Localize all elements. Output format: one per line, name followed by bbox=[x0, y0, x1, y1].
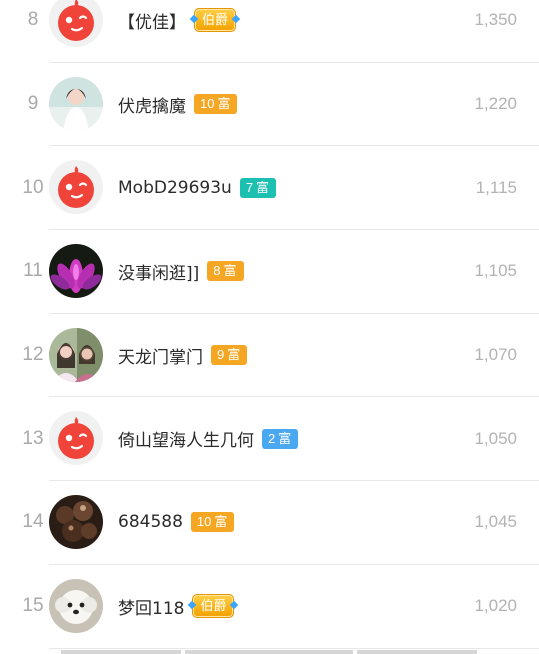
score-value: 1,070 bbox=[474, 345, 517, 365]
user-name-group: MobD29693u 7 富 bbox=[118, 146, 277, 229]
user-name-group: 天龙门掌门 9 富 bbox=[118, 314, 248, 397]
avatar[interactable] bbox=[49, 0, 103, 47]
wealth-level-badge: 2富 bbox=[262, 428, 299, 449]
avatar[interactable] bbox=[49, 578, 103, 633]
wealth-level-text: 富 bbox=[256, 179, 270, 195]
user-name-group: 倚山望海人生几何 2 富 bbox=[118, 397, 299, 480]
user-name-group: 梦回118 伯爵 bbox=[118, 565, 235, 648]
list-item[interactable]: 13 倚山望海人生几何 2 富 1,050 bbox=[22, 397, 539, 482]
score-value: 1,350 bbox=[474, 10, 517, 30]
wealth-level-badge: 8富 bbox=[207, 261, 244, 282]
user-name[interactable]: 天龙门掌门 bbox=[118, 343, 203, 368]
list-item[interactable]: 10 MobD29693u 7 富 1,115 bbox=[22, 146, 539, 231]
user-name[interactable]: MobD29693u bbox=[118, 178, 232, 198]
bottom-tab-bar-2[interactable] bbox=[185, 650, 353, 654]
user-name[interactable]: 【优佳】 bbox=[118, 8, 186, 33]
avatar[interactable] bbox=[49, 495, 103, 550]
list-item[interactable]: 11 没事闲逛]] 8 富 1,105 bbox=[23, 230, 539, 314]
user-name[interactable]: 684588 bbox=[118, 512, 183, 532]
list-item[interactable]: 14 684588 10 富 1,045 bbox=[22, 481, 539, 565]
avatar[interactable] bbox=[49, 244, 103, 299]
wealth-level-number: 2 bbox=[268, 430, 276, 446]
wealth-level-number: 8 bbox=[213, 263, 221, 279]
ranking-list: 8 【优佳】 伯爵 1,350 9 伏虎擒魔 10 富 1,220 10 MobD29693u… bbox=[0, 0, 539, 649]
user-name-group: 684588 10 富 bbox=[118, 481, 235, 564]
wealth-level-text: 富 bbox=[223, 263, 237, 279]
rank-title-text: 伯爵 bbox=[200, 598, 227, 614]
rank-title-badge: 伯爵 bbox=[194, 8, 237, 33]
avatar[interactable] bbox=[49, 76, 103, 131]
bottom-tab-bar-1[interactable] bbox=[61, 650, 181, 654]
score-value: 1,115 bbox=[475, 177, 517, 197]
wealth-level-text: 富 bbox=[227, 347, 241, 363]
user-name[interactable]: 没事闲逛]] bbox=[118, 259, 199, 284]
score-value: 1,220 bbox=[474, 94, 517, 114]
list-item[interactable]: 9 伏虎擒魔 10 富 1,220 bbox=[28, 63, 539, 147]
wealth-level-number: 9 bbox=[217, 347, 225, 363]
score-value: 1,050 bbox=[474, 428, 517, 448]
wealth-level-badge: 10 富 bbox=[190, 512, 235, 533]
score-value: 1,045 bbox=[474, 512, 517, 532]
list-item[interactable]: 15 梦回118 伯爵 1,020 bbox=[22, 565, 539, 649]
user-name-group: 伏虎擒魔 10 富 bbox=[118, 63, 238, 146]
user-name-group: 没事闲逛]] 8 富 bbox=[118, 230, 244, 313]
list-item[interactable]: 12 天龙门掌门 9 富 1,070 bbox=[22, 314, 539, 398]
wealth-level-text: 富 bbox=[214, 514, 228, 530]
bottom-tab-bar-3[interactable] bbox=[357, 650, 477, 654]
user-name[interactable]: 倚山望海人生几何 bbox=[118, 426, 254, 451]
wealth-level-badge: 9富 bbox=[211, 345, 248, 366]
list-item[interactable]: 8 【优佳】 伯爵 1,350 bbox=[28, 0, 539, 63]
wealth-level-text: 富 bbox=[217, 96, 231, 112]
rank-title-badge: 伯爵 bbox=[192, 594, 235, 619]
rank-title-text: 伯爵 bbox=[202, 12, 229, 28]
user-name[interactable]: 伏虎擒魔 bbox=[118, 92, 186, 117]
wealth-level-number: 10 bbox=[200, 96, 215, 112]
user-name-group: 【优佳】 伯爵 bbox=[118, 0, 237, 62]
wealth-level-badge: 10 富 bbox=[194, 94, 238, 115]
wealth-level-number: 10 bbox=[196, 514, 212, 530]
avatar[interactable] bbox=[49, 411, 103, 466]
wealth-level-text: 富 bbox=[278, 430, 292, 446]
score-value: 1,020 bbox=[474, 596, 517, 616]
avatar[interactable] bbox=[49, 327, 103, 382]
user-name[interactable]: 梦回118 bbox=[118, 594, 184, 619]
wealth-level-number: 7 bbox=[245, 179, 254, 195]
wealth-level-badge: 7富 bbox=[239, 177, 277, 198]
avatar[interactable] bbox=[49, 160, 103, 215]
score-value: 1,105 bbox=[474, 261, 517, 281]
